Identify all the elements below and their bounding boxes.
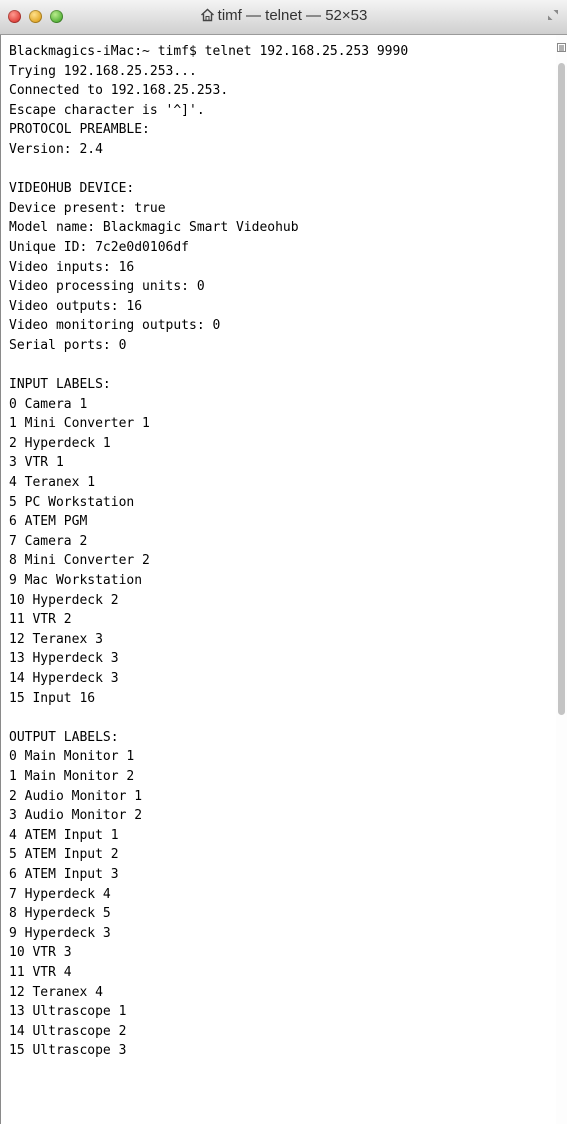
terminal-line: 13 Ultrascope 1 <box>9 1004 127 1020</box>
terminal-line: 4 Teranex 1 <box>9 475 96 491</box>
terminal-line: Trying 192.168.25.253... <box>9 63 197 79</box>
title-bar[interactable]: timf — telnet — 52×53 <box>0 0 567 35</box>
terminal-line: 12 Teranex 4 <box>9 984 103 1000</box>
terminal-line: 2 Hyperdeck 1 <box>9 435 111 451</box>
terminal-line: 0 Main Monitor 1 <box>9 749 135 765</box>
terminal-line: OUTPUT LABELS: <box>9 729 119 745</box>
terminal-line: 5 ATEM Input 2 <box>9 847 119 863</box>
terminal-window: timf — telnet — 52×53 Blackmagics-iMac:~… <box>0 0 567 1124</box>
terminal-line: 9 Mac Workstation <box>9 573 143 589</box>
terminal-line: 13 Hyperdeck 3 <box>9 651 119 667</box>
terminal-line: Connected to 192.168.25.253. <box>9 83 229 99</box>
terminal-line: 15 Ultrascope 3 <box>9 1043 127 1059</box>
window-title-container: timf — telnet — 52×53 <box>0 7 567 24</box>
terminal-line: Video outputs: 16 <box>9 298 143 314</box>
terminal-line: 10 Hyperdeck 2 <box>9 592 119 608</box>
terminal-line: 14 Ultrascope 2 <box>9 1023 127 1039</box>
terminal-line: 8 Mini Converter 2 <box>9 553 150 569</box>
terminal-line: 3 Audio Monitor 2 <box>9 808 143 824</box>
vertical-scrollbar[interactable] <box>556 35 567 1124</box>
fullscreen-icon[interactable] <box>547 9 559 21</box>
scroll-marker-icon[interactable] <box>557 43 566 52</box>
terminal-line: 4 ATEM Input 1 <box>9 827 119 843</box>
terminal-line: PROTOCOL PREAMBLE: <box>9 122 150 138</box>
terminal-line: 6 ATEM Input 3 <box>9 866 119 882</box>
terminal-line: 15 Input 16 <box>9 690 96 706</box>
terminal-line: Model name: Blackmagic Smart Videohub <box>9 220 299 236</box>
terminal-line: 3 VTR 1 <box>9 455 64 471</box>
terminal-line: Blackmagics-iMac:~ timf$ telnet 192.168.… <box>9 44 409 59</box>
terminal-line: 1 Main Monitor 2 <box>9 768 135 784</box>
terminal-line: 1 Mini Converter 1 <box>9 416 150 432</box>
terminal-line: Device present: true <box>9 200 166 216</box>
terminal-line: VIDEOHUB DEVICE: <box>9 181 135 197</box>
terminal-output[interactable]: Blackmagics-iMac:~ timf$ telnet 192.168.… <box>0 35 556 1124</box>
terminal-line: Unique ID: 7c2e0d0106df <box>9 239 190 255</box>
terminal-line: 5 PC Workstation <box>9 494 135 510</box>
terminal-line: 0 Camera 1 <box>9 396 88 412</box>
scrollbar-thumb[interactable] <box>558 63 565 715</box>
window-title: timf — telnet — 52×53 <box>217 7 368 24</box>
terminal-line: 7 Hyperdeck 4 <box>9 886 111 902</box>
terminal-line: Video inputs: 16 <box>9 259 135 275</box>
terminal-line: Serial ports: 0 <box>9 337 127 353</box>
terminal-line: Video monitoring outputs: 0 <box>9 318 221 334</box>
terminal-line: 7 Camera 2 <box>9 533 88 549</box>
terminal-line: Video processing units: 0 <box>9 279 205 295</box>
terminal-line: INPUT LABELS: <box>9 377 111 393</box>
home-icon <box>200 8 214 22</box>
terminal-line: Escape character is '^]'. <box>9 102 205 118</box>
terminal-line: 8 Hyperdeck 5 <box>9 906 111 922</box>
terminal-line: Version: 2.4 <box>9 141 103 157</box>
terminal-line: 14 Hyperdeck 3 <box>9 671 119 686</box>
terminal-line: 10 VTR 3 <box>9 945 72 961</box>
terminal-line: 11 VTR 4 <box>9 964 72 980</box>
terminal-line: 6 ATEM PGM <box>9 514 88 530</box>
terminal-line: 2 Audio Monitor 1 <box>9 788 143 804</box>
terminal-line: 11 VTR 2 <box>9 612 72 628</box>
terminal-line: 9 Hyperdeck 3 <box>9 925 111 941</box>
terminal-line: 12 Teranex 3 <box>9 631 103 647</box>
